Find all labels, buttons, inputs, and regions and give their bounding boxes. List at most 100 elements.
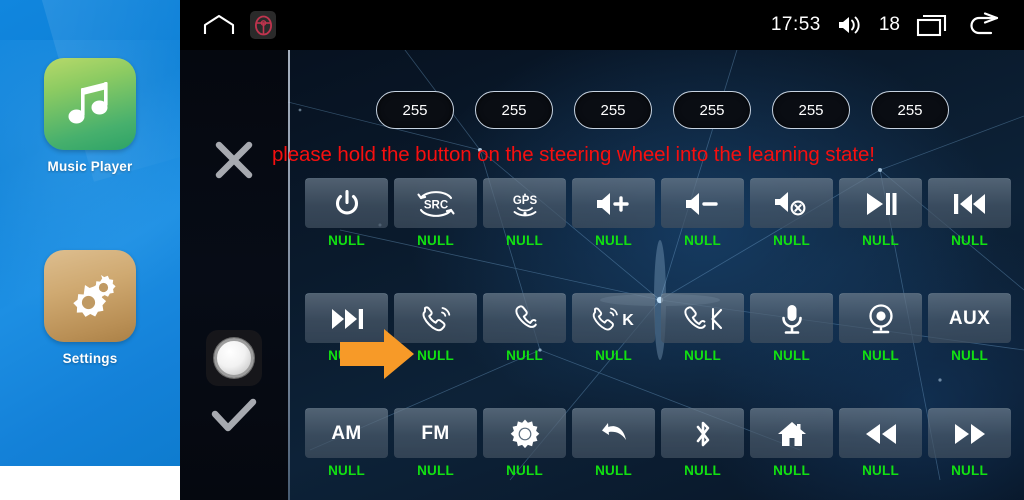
key-assignment-label: NULL [328, 233, 365, 248]
function-key-row: NULL SRC NULL GPS NULL NULL NULL NULL NU… [305, 178, 1017, 248]
control-rail [180, 50, 288, 500]
camera-icon [868, 303, 893, 333]
adc-value-pill[interactable]: 255 [871, 91, 949, 129]
key-previous-track[interactable] [928, 178, 1011, 228]
function-key-cell[interactable]: NULL [572, 408, 655, 478]
key-call-k[interactable]: K [572, 293, 655, 343]
function-key-cell[interactable]: NULL [305, 178, 388, 248]
key-src[interactable]: SRC [394, 178, 477, 228]
key-assignment-label: NULL [773, 463, 810, 478]
function-key-cell[interactable]: SRC NULL [394, 178, 477, 248]
key-assignment-label: NULL [595, 463, 632, 478]
function-key-cell[interactable]: NULL [661, 408, 744, 478]
function-key-grid: NULL SRC NULL GPS NULL NULL NULL NULL NU… [305, 178, 1017, 478]
adc-value-pill[interactable]: 255 [673, 91, 751, 129]
function-key-cell[interactable]: NULL [928, 408, 1011, 478]
adc-value-pill[interactable]: 255 [376, 91, 454, 129]
function-key-cell[interactable]: NULL [305, 293, 388, 363]
key-assignment-label: NULL [951, 463, 988, 478]
function-key-cell[interactable]: NULL [839, 293, 922, 363]
end-call-icon [514, 304, 537, 328]
function-key-cell[interactable]: NULL [661, 293, 744, 363]
adc-value-pill[interactable]: 255 [475, 91, 553, 129]
key-volume-down[interactable] [661, 178, 744, 228]
function-key-cell[interactable]: NULL [483, 408, 566, 478]
volume-up-icon [596, 192, 629, 215]
app-tile-settings[interactable]: Settings [0, 250, 180, 366]
function-key-cell[interactable]: K NULL [572, 293, 655, 363]
function-key-cell[interactable]: NULL [839, 408, 922, 478]
function-key-cell[interactable]: NULL [928, 178, 1011, 248]
key-return[interactable] [572, 408, 655, 458]
key-text: AUX [948, 307, 991, 329]
function-key-cell[interactable]: AM NULL [305, 408, 388, 478]
key-am[interactable]: AM [305, 408, 388, 458]
adc-value-pill[interactable]: 255 [772, 91, 850, 129]
function-key-cell[interactable]: FM NULL [394, 408, 477, 478]
function-key-cell[interactable]: NULL [750, 408, 833, 478]
key-gps[interactable]: GPS [483, 178, 566, 228]
play-pause-icon [866, 192, 896, 215]
call-transfer-icon [683, 305, 722, 330]
function-key-row: NULL NULL NULL K NULL NULL NULL NULL AUX… [305, 293, 1017, 363]
back-return-icon [601, 422, 626, 440]
key-assignment-label: NULL [328, 348, 365, 363]
function-key-cell[interactable]: NULL [394, 293, 477, 363]
key-power[interactable] [305, 178, 388, 228]
function-key-cell[interactable]: NULL [661, 178, 744, 248]
function-key-cell[interactable]: GPS NULL [483, 178, 566, 248]
gears-icon [44, 250, 136, 342]
key-home[interactable] [750, 408, 833, 458]
key-text: FM [421, 422, 450, 444]
adc-value-row: 255 255 255 255 255 255 [376, 91, 996, 131]
bluetooth-icon [696, 421, 709, 446]
function-key-cell[interactable]: NULL [839, 178, 922, 248]
rotary-knob-button[interactable] [180, 328, 288, 388]
key-call-transfer[interactable] [661, 293, 744, 343]
status-bar: 17:53 18 [180, 0, 1024, 50]
volume-level-value: 18 [878, 14, 900, 35]
app-tile-label: Settings [62, 351, 118, 366]
confirm-button[interactable] [180, 388, 288, 444]
function-key-cell[interactable]: NULL [483, 293, 566, 363]
key-play-pause[interactable] [839, 178, 922, 228]
key-fm[interactable]: FM [394, 408, 477, 458]
function-key-cell[interactable]: NULL [750, 293, 833, 363]
key-bluetooth[interactable] [661, 408, 744, 458]
volume-mute-icon [774, 191, 805, 215]
key-assignment-label: NULL [862, 348, 899, 363]
checkmark-icon [211, 398, 257, 432]
car-stereo-steering-wheel-learning-screen: Music Player Settings 17:53 18 255 255 2… [0, 0, 1024, 500]
key-microphone[interactable] [750, 293, 833, 343]
app-tile-music-player[interactable]: Music Player [0, 58, 180, 174]
key-assignment-label: NULL [417, 348, 454, 363]
gps-icon: GPS [512, 193, 537, 216]
key-brightness[interactable] [483, 408, 566, 458]
key-assignment-label: NULL [684, 463, 721, 478]
previous-track-icon [953, 193, 985, 214]
key-end-call[interactable] [483, 293, 566, 343]
recent-apps-icon[interactable] [916, 12, 950, 38]
key-assignment-label: NULL [773, 233, 810, 248]
close-x-icon [215, 141, 253, 179]
function-key-cell[interactable]: NULL [572, 178, 655, 248]
key-fast-forward[interactable] [928, 408, 1011, 458]
key-assignment-label: NULL [862, 233, 899, 248]
home-outline-icon[interactable] [202, 13, 236, 37]
back-arrow-icon[interactable] [966, 12, 1002, 38]
key-answer-call[interactable] [394, 293, 477, 343]
steering-wheel-icon[interactable] [250, 11, 276, 39]
volume-icon[interactable] [837, 14, 863, 36]
key-camera[interactable] [839, 293, 922, 343]
key-rewind[interactable] [839, 408, 922, 458]
function-key-cell[interactable]: AUX NULL [928, 293, 1011, 363]
call-k-icon: K [592, 307, 634, 330]
key-assignment-label: NULL [506, 348, 543, 363]
function-key-cell[interactable]: NULL [750, 178, 833, 248]
key-volume-up[interactable] [572, 178, 655, 228]
key-aux[interactable]: AUX [928, 293, 1011, 343]
key-next-track[interactable] [305, 293, 388, 343]
adc-value-pill[interactable]: 255 [574, 91, 652, 129]
key-text: AM [331, 422, 362, 444]
key-mute[interactable] [750, 178, 833, 228]
